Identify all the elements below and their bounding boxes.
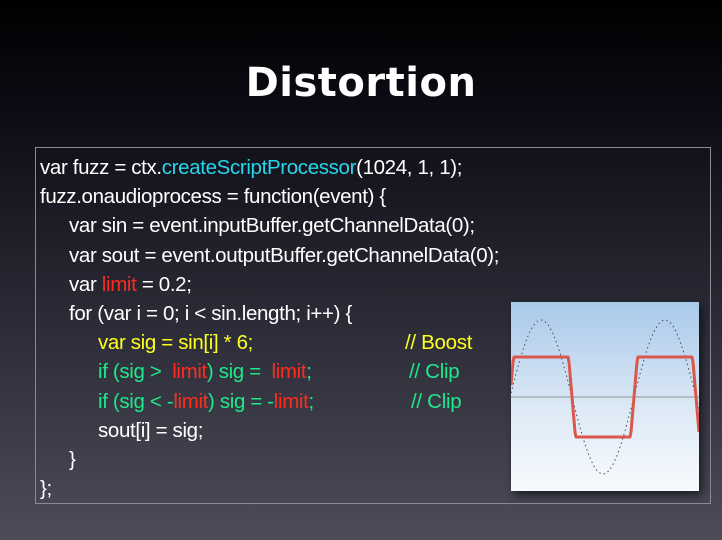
code-token: (1024, 1, 1); xyxy=(356,156,463,179)
waveform-plot xyxy=(511,319,699,475)
code-token: var xyxy=(69,272,102,296)
code-comment: // Clip xyxy=(409,360,460,384)
code-token: limit xyxy=(271,360,307,384)
code-token: limit xyxy=(173,389,209,413)
code-line: } xyxy=(69,445,76,474)
code-line: var limit = 0.2; xyxy=(69,270,192,299)
code-token: var sout = event.outputBuffer.getChannel… xyxy=(69,243,500,267)
code-token: for (var i = 0; i < sin.length; i++) { xyxy=(69,302,352,325)
code-token: ; xyxy=(306,360,312,384)
code-token: var fuzz = ctx. xyxy=(40,156,162,179)
code-token: = 0.2; xyxy=(136,272,192,296)
code-line: for (var i = 0; i < sin.length; i++) { xyxy=(69,299,352,328)
code-line: var sin = event.inputBuffer.getChannelDa… xyxy=(69,211,475,240)
slide-title: Distortion xyxy=(245,60,477,106)
code-token: sout[i] = sig; xyxy=(98,418,204,442)
code-token: } xyxy=(69,448,76,471)
code-token: ; xyxy=(308,389,314,413)
clipped-waveform-figure xyxy=(511,302,699,491)
code-token: var sig = sin[i] * 6; xyxy=(98,331,254,355)
code-line: var sout = event.outputBuffer.getChannel… xyxy=(69,241,499,270)
code-token: limit xyxy=(273,389,309,413)
code-line: if (sig < -limit) sig = -limit; xyxy=(98,387,314,416)
code-token: }; xyxy=(40,477,52,501)
code-comment: // Clip xyxy=(411,389,462,413)
code-token: fuzz.onaudioprocess = function(event) { xyxy=(40,185,386,209)
code-line: }; xyxy=(40,474,52,503)
code-line: fuzz.onaudioprocess = function(event) { xyxy=(40,182,386,211)
code-line: if (sig > limit) sig = limit; xyxy=(98,357,312,386)
code-comment: // Boost xyxy=(405,331,473,355)
code-token: limit xyxy=(101,272,137,296)
code-line: sout[i] = sig; xyxy=(98,416,203,445)
code-line: var sig = sin[i] * 6; xyxy=(98,328,253,357)
code-token: if (sig > xyxy=(98,360,173,384)
code-token: createScriptProcessor xyxy=(161,156,357,179)
code-token: limit xyxy=(172,360,207,384)
code-token: var sin = event.inputBuffer.getChannelDa… xyxy=(69,214,475,238)
code-token: if (sig < - xyxy=(98,389,174,413)
code-token: ) sig = - xyxy=(208,389,274,413)
code-line: var fuzz = ctx.createScriptProcessor(102… xyxy=(40,153,462,182)
code-token: ) sig = xyxy=(206,360,272,384)
